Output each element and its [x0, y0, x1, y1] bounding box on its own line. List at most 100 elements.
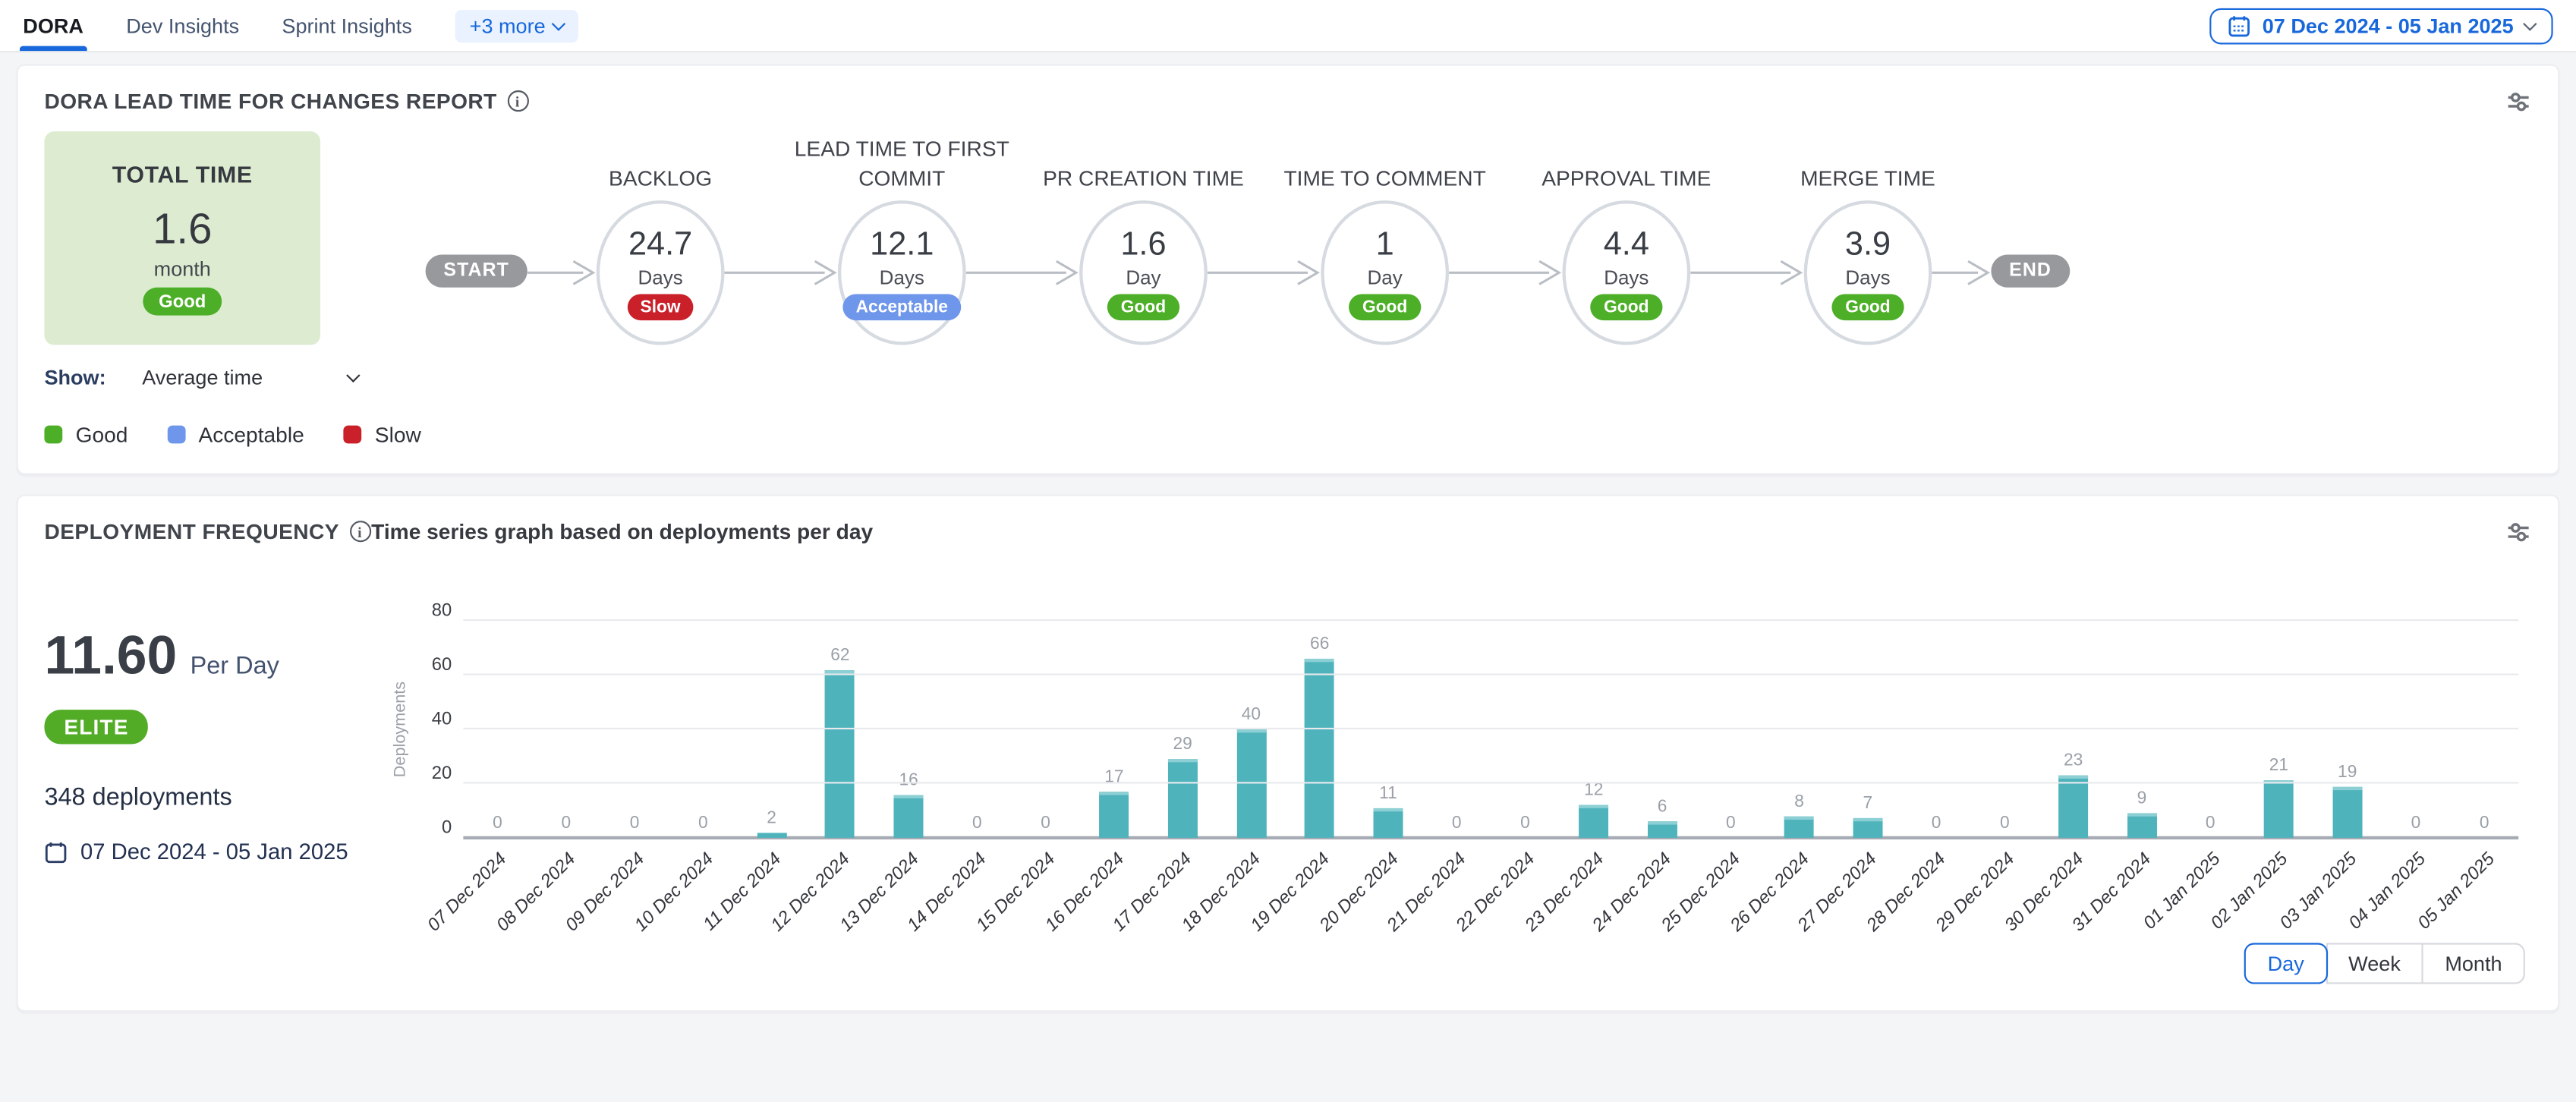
- stage-unit: Day: [1368, 266, 1403, 288]
- bar: [1099, 792, 1129, 838]
- deployment-title-row: DEPLOYMENT FREQUENCY i: [44, 519, 371, 543]
- bar: [2058, 776, 2088, 838]
- flow-arrow: [1208, 257, 1321, 289]
- y-axis-label: Deployments: [392, 682, 410, 777]
- info-icon[interactable]: i: [349, 521, 370, 542]
- deployment-stats: 11.60 Per Day ELITE 348 deployments 07 D…: [44, 552, 397, 940]
- stage-value: 3.9: [1845, 226, 1891, 264]
- stage-status-badge: Good: [1107, 293, 1179, 320]
- gridline: [463, 728, 2518, 729]
- tab-sprint-insights[interactable]: Sprint Insights: [282, 0, 411, 51]
- bar-value-label: 9: [2137, 789, 2147, 808]
- tab-dev-insights[interactable]: Dev Insights: [126, 0, 239, 51]
- gridline: [463, 782, 2518, 783]
- legend-item-acceptable: Acceptable: [167, 422, 304, 446]
- stage-backlog: BACKLOG 24.7 Days Slow: [597, 131, 725, 345]
- chevron-down-icon: [2523, 16, 2537, 30]
- lead-time-title: DORA LEAD TIME FOR CHANGES REPORT: [44, 89, 496, 113]
- stage-unit: Days: [638, 266, 683, 288]
- deployment-rate-unit: Per Day: [191, 652, 279, 680]
- deployment-title: DEPLOYMENT FREQUENCY: [44, 519, 339, 543]
- bar-value-label: 12: [1584, 781, 1603, 801]
- stage-merge-time: MERGE TIME 3.9 Days Good: [1804, 131, 1932, 345]
- bar-value-label: 0: [2000, 813, 2010, 833]
- bar-value-label: 19: [2338, 762, 2357, 782]
- bar-value-label: 8: [1794, 792, 1804, 811]
- bar-value-label: 0: [1041, 813, 1050, 833]
- bar-value-label: 0: [972, 813, 982, 833]
- granularity-toggle: Day Week Month: [2246, 943, 2524, 984]
- stage-label: MERGE TIME: [1751, 131, 1984, 194]
- info-icon[interactable]: i: [507, 90, 528, 112]
- stage-approval-time: APPROVAL TIME 4.4 Days Good: [1562, 131, 1690, 345]
- bar: [1784, 816, 1814, 838]
- bar-value-label: 0: [1452, 813, 1462, 833]
- bar-value-label: 0: [561, 813, 571, 833]
- bar: [1373, 808, 1403, 838]
- bar: [825, 669, 855, 837]
- flow-arrow: [1932, 257, 1991, 289]
- flow-arrow: [1449, 257, 1562, 289]
- stage-circle: 24.7 Days Slow: [597, 200, 725, 345]
- more-tabs-label: +3 more: [470, 14, 546, 36]
- more-tabs-button[interactable]: +3 more: [455, 9, 578, 42]
- page-content: DORA LEAD TIME FOR CHANGES REPORT i TOTA…: [0, 52, 2576, 1054]
- top-tab-bar: DORA Dev Insights Sprint Insights +3 mor…: [0, 0, 2576, 52]
- lead-time-card: DORA LEAD TIME FOR CHANGES REPORT i TOTA…: [17, 64, 2560, 474]
- stage-value: 12.1: [870, 226, 934, 264]
- show-metric-dropdown[interactable]: Average time: [142, 367, 357, 389]
- stage-circle: 1.6 Day Good: [1079, 200, 1208, 345]
- chart-plot-area: Deployments 0000262160017294066110012608…: [463, 621, 2518, 838]
- y-axis-tick: 40: [432, 709, 452, 729]
- flow-arrow: [1690, 257, 1803, 289]
- legend-swatch-good: [44, 426, 62, 444]
- chevron-down-icon: [552, 16, 565, 30]
- deployment-frequency-card: DEPLOYMENT FREQUENCY i Time series graph…: [17, 495, 2560, 1012]
- bar: [2332, 786, 2362, 838]
- granularity-month-button[interactable]: Month: [2422, 943, 2525, 984]
- total-time-unit: month: [154, 258, 211, 281]
- granularity-day-button[interactable]: Day: [2244, 943, 2327, 984]
- bar-value-label: 0: [630, 813, 640, 833]
- deployments-bar-chart: Deployments 0000262160017294066110012608…: [398, 621, 2532, 940]
- bar-value-label: 40: [1242, 705, 1261, 725]
- stage-label: BACKLOG: [543, 131, 776, 194]
- bar-value-label: 0: [2411, 813, 2421, 833]
- stage-unit: Days: [880, 266, 924, 288]
- date-range-picker[interactable]: 07 Dec 2024 - 05 Jan 2025: [2209, 8, 2552, 44]
- status-legend: Good Acceptable Slow: [44, 422, 2531, 446]
- stage-pr-creation-time: PR CREATION TIME 1.6 Day Good: [1079, 131, 1208, 345]
- stage-unit: Days: [1604, 266, 1649, 288]
- total-time-label: TOTAL TIME: [112, 161, 253, 187]
- deployment-rate-value: 11.60: [44, 625, 177, 687]
- stage-circle: 3.9 Days Good: [1804, 200, 1932, 345]
- stage-circle: 4.4 Days Good: [1562, 200, 1690, 345]
- chart-settings-icon[interactable]: [2505, 89, 2532, 115]
- stage-circle: 1 Day Good: [1321, 200, 1449, 345]
- gridline: [463, 619, 2518, 621]
- stage-label: TIME TO COMMENT: [1268, 131, 1501, 194]
- bar: [2127, 814, 2156, 838]
- lead-time-flow: TOTAL TIME 1.6 month Good START BACKLOG …: [44, 131, 2531, 345]
- tab-dora[interactable]: DORA: [23, 0, 83, 51]
- y-axis-tick: 60: [432, 655, 452, 675]
- total-time-value: 1.6: [153, 203, 212, 254]
- chart-settings-icon[interactable]: [2505, 519, 2532, 546]
- tier-badge: ELITE: [44, 710, 148, 744]
- stage-value: 1.6: [1120, 226, 1166, 264]
- stage-status-badge: Good: [1832, 293, 1904, 320]
- deployments-total: 348 deployments: [44, 783, 397, 811]
- bar-value-label: 62: [830, 645, 849, 665]
- bar-value-label: 2: [767, 808, 776, 827]
- lead-time-title-row: DORA LEAD TIME FOR CHANGES REPORT i: [44, 89, 527, 113]
- bar: [1305, 659, 1334, 838]
- bar: [757, 833, 786, 838]
- bar-value-label: 11: [1379, 783, 1397, 803]
- granularity-week-button[interactable]: Week: [2326, 943, 2423, 984]
- y-axis-tick: 80: [432, 600, 452, 620]
- flow-arrow: [725, 257, 838, 289]
- bar-value-label: 16: [899, 770, 918, 789]
- show-label: Show:: [44, 367, 105, 389]
- stage-unit: Day: [1126, 266, 1160, 288]
- x-axis-labels: 07 Dec 202408 Dec 202409 Dec 202410 Dec …: [463, 838, 2518, 940]
